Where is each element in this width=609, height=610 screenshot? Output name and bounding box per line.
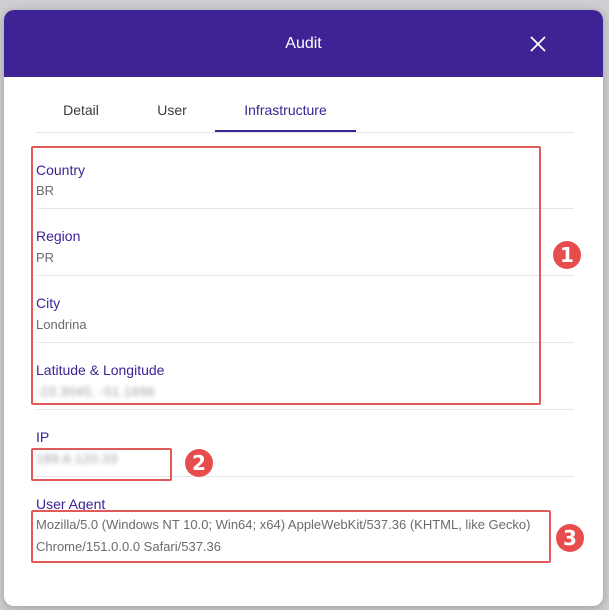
latlng-label: Latitude & Longitude bbox=[36, 362, 165, 378]
user-agent-label: User Agent bbox=[36, 496, 106, 512]
tab-detail[interactable]: Detail bbox=[48, 88, 114, 133]
tab-infrastructure[interactable]: Infrastructure bbox=[215, 88, 356, 133]
country-label: Country bbox=[36, 162, 86, 178]
ip-label: IP bbox=[36, 429, 50, 445]
field-city: City Londrina bbox=[36, 276, 574, 343]
field-region: Region PR bbox=[36, 209, 574, 276]
latlng-value: -23.3045, -51.1696 bbox=[36, 384, 155, 399]
ip-value: 189.6.120.33 bbox=[36, 451, 118, 466]
active-tab-indicator bbox=[215, 130, 356, 132]
user-agent-value: Mozilla/5.0 (Windows NT 10.0; Win64; x64… bbox=[36, 517, 531, 554]
dialog-header: Audit bbox=[4, 10, 603, 77]
close-icon bbox=[530, 36, 546, 52]
annotation-marker-3: 3 bbox=[556, 524, 584, 552]
annotation-marker-1: 1 bbox=[553, 241, 581, 269]
field-latitude-longitude: Latitude & Longitude -23.3045, -51.1696 bbox=[36, 343, 574, 410]
city-value: Londrina bbox=[36, 317, 87, 332]
field-country: Country BR bbox=[36, 152, 574, 209]
field-ip: IP 189.6.120.33 bbox=[36, 410, 574, 477]
region-label: Region bbox=[36, 228, 81, 244]
region-value: PR bbox=[36, 250, 55, 265]
country-value: BR bbox=[36, 183, 55, 198]
city-label: City bbox=[36, 295, 61, 311]
dialog-title: Audit bbox=[285, 35, 322, 52]
tab-bar: Detail User Infrastructure bbox=[36, 88, 574, 133]
audit-dialog: Audit Detail User Infrastructure Country… bbox=[4, 10, 603, 606]
close-button[interactable] bbox=[526, 32, 550, 56]
field-user-agent: User Agent Mozilla/5.0 (Windows NT 10.0;… bbox=[36, 477, 574, 577]
annotation-marker-2: 2 bbox=[185, 449, 213, 477]
tab-user[interactable]: User bbox=[146, 88, 198, 133]
